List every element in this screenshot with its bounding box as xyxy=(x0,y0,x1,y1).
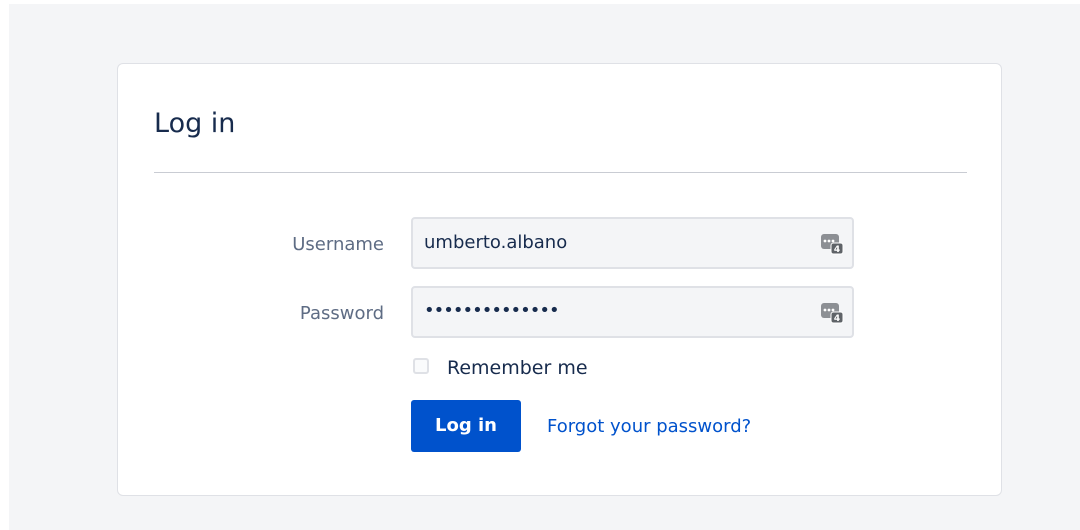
username-label: Username xyxy=(292,234,384,255)
remember-me-label[interactable]: Remember me xyxy=(447,354,588,382)
page-title: Log in xyxy=(154,108,236,139)
password-label: Password xyxy=(299,303,384,324)
password-value: •••••••••••••• xyxy=(424,300,560,321)
username-field[interactable]: umberto.albano 4 xyxy=(411,217,854,269)
page: Log in Username umberto.albano 4 Passwor… xyxy=(0,0,1080,530)
password-manager-icon[interactable]: 4 xyxy=(820,231,844,255)
username-value: umberto.albano xyxy=(424,232,568,253)
password-field[interactable]: •••••••••••••• 4 xyxy=(411,286,854,338)
remember-me-checkbox[interactable] xyxy=(413,358,429,374)
login-card: Log in Username umberto.albano 4 Passwor… xyxy=(117,63,1002,496)
login-button[interactable]: Log in xyxy=(411,400,521,452)
svg-text:4: 4 xyxy=(834,314,840,324)
title-divider xyxy=(154,172,967,173)
forgot-password-link[interactable]: Forgot your password? xyxy=(547,415,751,439)
password-manager-icon[interactable]: 4 xyxy=(820,300,844,324)
svg-text:4: 4 xyxy=(834,245,840,255)
